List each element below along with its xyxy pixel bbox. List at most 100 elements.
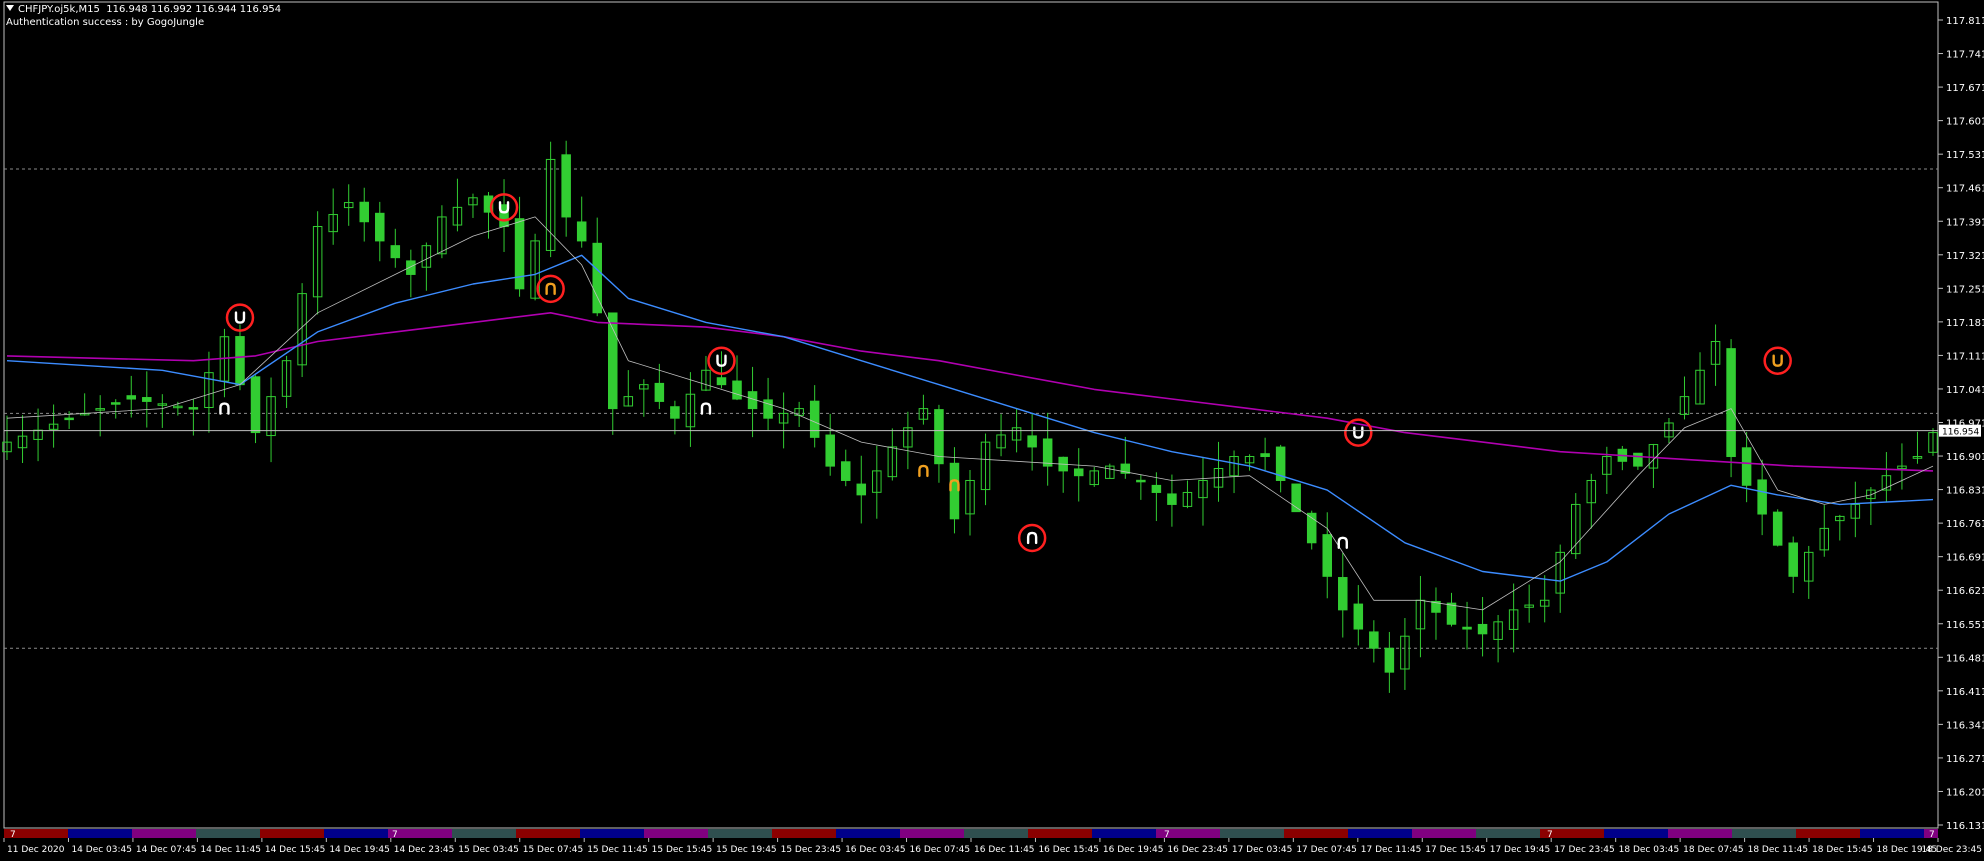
signal-circle: [536, 274, 565, 304]
candle-body: [1322, 534, 1332, 577]
session-segment: [1476, 829, 1540, 838]
session-segment: [1220, 829, 1284, 838]
candle-body: [856, 483, 867, 496]
x-tick-label: 14 Dec 11:45: [200, 845, 261, 855]
candle-body: [1757, 479, 1767, 515]
candle-body: [809, 400, 820, 438]
x-tick-label: 18 Dec 15:45: [1812, 845, 1873, 855]
y-tick-label: 117.811: [1946, 16, 1984, 27]
session-segment: [772, 829, 836, 838]
session-marker: 7: [1929, 830, 1935, 840]
session-segment: [644, 829, 708, 838]
session-segment: [1284, 829, 1348, 838]
current-price-label: 116.954: [1942, 428, 1979, 438]
candle-body: [1136, 479, 1146, 483]
y-tick-label: 116.341: [1946, 720, 1984, 731]
session-segment: [132, 829, 196, 838]
x-tick-label: 18 Dec 11:45: [1748, 845, 1809, 855]
y-tick-label: 117.461: [1946, 184, 1984, 195]
session-marker: 7: [392, 830, 398, 840]
candle-body: [1042, 438, 1053, 467]
session-segment: [1604, 829, 1668, 838]
candle-body: [188, 407, 199, 410]
candle-body: [732, 380, 742, 400]
y-tick-label: 117.251: [1946, 284, 1984, 295]
candle-body: [514, 218, 525, 290]
x-tick-label: 15 Dec 19:45: [716, 845, 777, 855]
candle-body: [375, 212, 385, 242]
y-tick-label: 116.621: [1946, 586, 1984, 597]
candle-body: [1446, 602, 1457, 625]
session-segment: [1732, 829, 1796, 838]
candle-body: [576, 221, 587, 242]
x-tick-label: 14 Dec 15:45: [265, 845, 326, 855]
horseshoe-arrow-icon: [918, 464, 929, 478]
x-tick-label: 15 Dec 03:45: [458, 845, 519, 855]
session-segment: [1348, 829, 1412, 838]
candle-body: [64, 417, 74, 421]
candle-body: [840, 461, 851, 481]
candle-body: [250, 376, 261, 434]
session-segment: [1860, 829, 1924, 838]
x-tick-label: 18 Dec 07:45: [1683, 845, 1744, 855]
y-tick-label: 117.741: [1946, 50, 1984, 61]
y-tick-label: 116.271: [1946, 754, 1984, 765]
candle-body: [1741, 447, 1752, 486]
session-segment: [196, 829, 260, 838]
x-tick-label: 17 Dec 11:45: [1361, 845, 1422, 855]
y-tick-label: 117.041: [1946, 385, 1984, 396]
y-tick-label: 117.531: [1946, 150, 1984, 161]
horseshoe-arrow-icon: [545, 282, 556, 296]
x-tick-label: 17 Dec 15:45: [1425, 845, 1486, 855]
session-segment: [324, 829, 388, 838]
price-chart[interactable]: 77777 117.811117.741117.671117.601117.53…: [0, 0, 1984, 861]
candle-body: [1477, 623, 1488, 635]
session-segment: [1028, 829, 1092, 838]
x-tick-label: 16 Dec 07:45: [910, 845, 971, 855]
horseshoe-arrow-icon: [1772, 354, 1783, 367]
candle-body: [1726, 348, 1736, 458]
signal-circle: [1017, 523, 1047, 553]
y-tick-label: 117.111: [1946, 351, 1984, 362]
candle-body: [110, 402, 121, 405]
horseshoe-arrow-icon: [219, 402, 230, 415]
candle-body: [608, 312, 618, 410]
y-tick-label: 117.391: [1946, 217, 1984, 228]
candle-body: [1353, 603, 1364, 630]
horseshoe-arrow-icon: [1353, 426, 1364, 439]
candle-body: [1384, 647, 1395, 673]
x-tick-label: 14 Dec 03:45: [71, 845, 132, 855]
y-tick-label: 116.551: [1946, 620, 1984, 631]
x-tick-label: 15 Dec 15:45: [652, 845, 713, 855]
candle-body: [825, 434, 835, 467]
signal-circle: [1763, 346, 1792, 375]
y-tick-label: 116.411: [1946, 687, 1984, 698]
candle-body: [1338, 577, 1348, 611]
x-tick-label: 11 Dec 2020: [7, 845, 65, 855]
y-tick-label: 116.131: [1946, 821, 1984, 832]
candle-body: [142, 397, 152, 402]
x-tick-label: 17 Dec 03:45: [1232, 845, 1293, 855]
y-tick-label: 116.831: [1946, 486, 1984, 497]
session-segment: [1796, 829, 1860, 838]
horseshoe-arrow-icon: [234, 311, 246, 324]
candle-body: [949, 462, 960, 520]
candle-body: [654, 382, 665, 402]
x-tick-label: 14 Dec 23:45: [394, 845, 455, 855]
session-segment: [1668, 829, 1732, 838]
session-segment: [836, 829, 900, 838]
candle-body: [1788, 542, 1798, 577]
session-segment: [580, 829, 644, 838]
x-tick-label: 16 Dec 15:45: [1038, 845, 1099, 855]
x-tick-label: 18 Dec 23:45: [1921, 845, 1982, 855]
x-tick-label: 17 Dec 19:45: [1490, 845, 1551, 855]
candle-body: [1260, 453, 1270, 458]
x-tick-label: 15 Dec 07:45: [523, 845, 584, 855]
y-tick-label: 116.901: [1946, 452, 1984, 463]
y-tick-label: 116.201: [1946, 787, 1984, 798]
horseshoe-arrow-icon: [1026, 531, 1038, 545]
candle-body: [1462, 626, 1472, 630]
x-tick-label: 18 Dec 03:45: [1619, 845, 1680, 855]
candle-body: [390, 245, 401, 259]
x-tick-label: 16 Dec 03:45: [845, 845, 906, 855]
